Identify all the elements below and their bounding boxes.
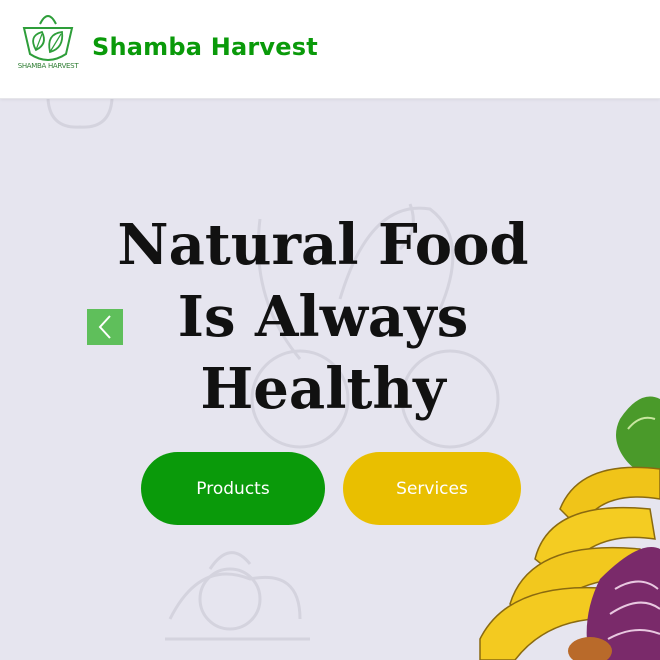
site-header: SHAMBA HARVEST Shamba Harvest [0, 0, 660, 99]
products-button[interactable]: Products [141, 452, 325, 525]
headline-line-1: Natural Food [117, 212, 529, 278]
headline-line-3: Healthy [200, 356, 446, 422]
brand-name[interactable]: Shamba Harvest [92, 33, 318, 61]
logo-caption: SHAMBA HARVEST [17, 62, 79, 70]
chevron-left-icon [98, 315, 111, 339]
slider-prev-button[interactable] [87, 309, 123, 345]
services-button[interactable]: Services [343, 452, 521, 525]
hero-slider: Natural Food Is Always Healthy Products … [0, 99, 660, 660]
